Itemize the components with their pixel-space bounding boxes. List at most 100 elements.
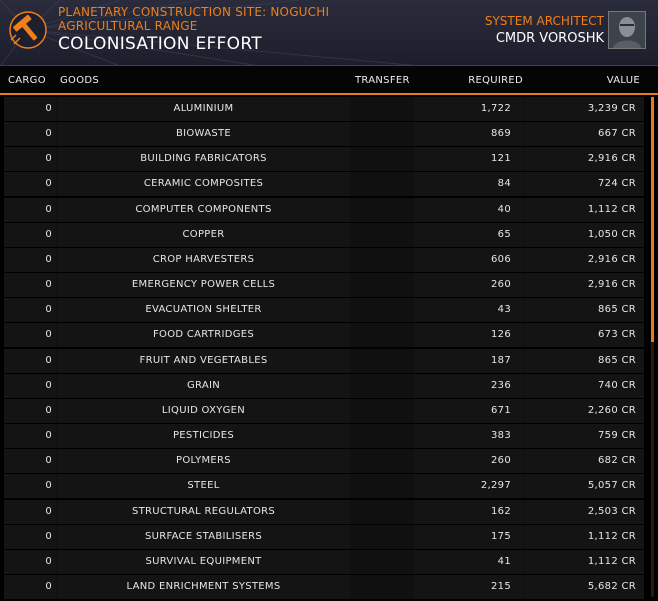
- required-cell: 383: [415, 424, 523, 449]
- value-cell: 5,057 CR: [525, 474, 644, 499]
- value-amount: 5,057 CR: [587, 480, 636, 492]
- transfer-cell[interactable]: [351, 499, 413, 524]
- transfer-cell[interactable]: [351, 549, 413, 574]
- required-value: 43: [497, 304, 511, 316]
- required-cell: 126: [415, 323, 523, 348]
- commander-portrait-icon: [609, 12, 645, 48]
- table-row[interactable]: 0 POLYMERS 260 682 CR: [4, 449, 644, 474]
- column-header-transfer[interactable]: TRANSFER: [355, 75, 410, 86]
- cargo-value: 0: [45, 455, 52, 467]
- table-row[interactable]: 0 FOOD CARTRIDGES 126 673 CR: [4, 323, 644, 348]
- transfer-cell[interactable]: [351, 172, 413, 197]
- table-row[interactable]: 0 CERAMIC COMPOSITES 84 724 CR: [4, 172, 644, 197]
- table-row[interactable]: 0 COPPER 65 1,050 CR: [4, 222, 644, 247]
- goods-cell: LIQUID OXYGEN: [58, 398, 349, 423]
- required-cell: 162: [415, 499, 523, 524]
- table-row[interactable]: 0 STRUCTURAL REGULATORS 162 2,503 CR: [4, 499, 644, 524]
- transfer-cell[interactable]: [351, 348, 413, 373]
- table-row[interactable]: 0 EVACUATION SHELTER 43 865 CR: [4, 298, 644, 323]
- cargo-cell: 0: [4, 424, 56, 449]
- cargo-cell: 0: [4, 323, 56, 348]
- transfer-cell[interactable]: [351, 449, 413, 474]
- value-amount: 1,112 CR: [587, 203, 636, 215]
- column-header-value[interactable]: VALUE: [607, 75, 640, 86]
- transfer-cell[interactable]: [351, 147, 413, 172]
- commander-name: CMDR VOROSHK: [495, 31, 604, 46]
- table-row[interactable]: 0 ALUMINIUM 1,722 3,239 CR: [4, 97, 644, 121]
- table-row[interactable]: 0 SURVIVAL EQUIPMENT 41 1,112 CR: [4, 549, 644, 574]
- required-value: 869: [491, 128, 511, 140]
- table-row[interactable]: 0 EMERGENCY POWER CELLS 260 2,916 CR: [4, 273, 644, 298]
- transfer-cell[interactable]: [351, 373, 413, 398]
- transfer-cell[interactable]: [351, 298, 413, 323]
- required-value: 383: [491, 430, 511, 442]
- transfer-cell[interactable]: [351, 122, 413, 147]
- goods-cell: EVACUATION SHELTER: [58, 298, 349, 323]
- transfer-cell[interactable]: [351, 424, 413, 449]
- table-row[interactable]: 0 LAND ENRICHMENT SYSTEMS 215 5,682 CR: [4, 574, 644, 599]
- goods-cell: GRAIN: [58, 373, 349, 398]
- cargo-cell: 0: [4, 147, 56, 172]
- table-row[interactable]: 0 SURFACE STABILISERS 175 1,112 CR: [4, 524, 644, 549]
- required-value: 671: [491, 404, 511, 416]
- transfer-cell[interactable]: [351, 247, 413, 272]
- table-row[interactable]: 0 COMPUTER COMPONENTS 40 1,112 CR: [4, 197, 644, 222]
- goods-cell: SURVIVAL EQUIPMENT: [58, 549, 349, 574]
- table-row[interactable]: 0 PESTICIDES 383 759 CR: [4, 424, 644, 449]
- column-header-row: CARGO GOODS TRANSFER REQUIRED VALUE: [0, 66, 658, 93]
- transfer-cell[interactable]: [351, 222, 413, 247]
- transfer-cell[interactable]: [351, 574, 413, 599]
- goods-cell: CROP HARVESTERS: [58, 247, 349, 272]
- table-row[interactable]: 0 STEEL 2,297 5,057 CR: [4, 474, 644, 499]
- goods-cell: STEEL: [58, 474, 349, 499]
- transfer-cell[interactable]: [351, 474, 413, 499]
- transfer-cell[interactable]: [351, 273, 413, 298]
- transfer-cell[interactable]: [351, 197, 413, 222]
- goods-name: EMERGENCY POWER CELLS: [131, 279, 276, 291]
- transfer-cell[interactable]: [351, 398, 413, 423]
- cargo-value: 0: [45, 153, 52, 165]
- transfer-cell[interactable]: [351, 524, 413, 549]
- required-cell: 41: [415, 549, 523, 574]
- goods-cell: COPPER: [58, 222, 349, 247]
- value-cell: 740 CR: [525, 373, 644, 398]
- table-row[interactable]: 0 BIOWASTE 869 667 CR: [4, 122, 644, 147]
- table-row[interactable]: 0 CROP HARVESTERS 606 2,916 CR: [4, 247, 644, 272]
- required-value: 606: [491, 253, 511, 265]
- scrollbar-thumb[interactable]: [651, 97, 654, 342]
- table-row[interactable]: 0 BUILDING FABRICATORS 121 2,916 CR: [4, 147, 644, 172]
- transfer-cell[interactable]: [351, 97, 413, 121]
- required-value: 187: [491, 354, 511, 366]
- required-cell: 869: [415, 122, 523, 147]
- value-cell: 1,112 CR: [525, 197, 644, 222]
- table-row[interactable]: 0 FRUIT AND VEGETABLES 187 865 CR: [4, 348, 644, 373]
- cargo-value: 0: [45, 354, 52, 366]
- goods-name: COPPER: [182, 228, 225, 240]
- value-amount: 2,916 CR: [587, 279, 636, 291]
- value-cell: 2,260 CR: [525, 398, 644, 423]
- avatar[interactable]: [608, 11, 646, 49]
- column-header-goods[interactable]: GOODS: [60, 75, 99, 86]
- cargo-cell: 0: [4, 172, 56, 197]
- header-divider: [0, 93, 658, 95]
- cargo-cell: 0: [4, 574, 56, 599]
- cargo-value: 0: [45, 228, 52, 240]
- column-header-cargo[interactable]: CARGO: [8, 75, 46, 86]
- goods-name: LIQUID OXYGEN: [161, 404, 246, 416]
- value-amount: 682 CR: [598, 455, 636, 467]
- cargo-cell: 0: [4, 474, 56, 499]
- transfer-cell[interactable]: [351, 323, 413, 348]
- cargo-value: 0: [45, 505, 52, 517]
- value-amount: 673 CR: [598, 329, 636, 341]
- cargo-value: 0: [45, 430, 52, 442]
- goods-cell: BUILDING FABRICATORS: [58, 147, 349, 172]
- required-cell: 260: [415, 449, 523, 474]
- table-row[interactable]: 0 LIQUID OXYGEN 671 2,260 CR: [4, 398, 644, 423]
- column-header-required[interactable]: REQUIRED: [468, 75, 523, 86]
- required-value: 126: [491, 329, 511, 341]
- value-amount: 1,112 CR: [587, 530, 636, 542]
- value-cell: 2,916 CR: [525, 147, 644, 172]
- table-row[interactable]: 0 GRAIN 236 740 CR: [4, 373, 644, 398]
- required-cell: 40: [415, 197, 523, 222]
- cargo-cell: 0: [4, 524, 56, 549]
